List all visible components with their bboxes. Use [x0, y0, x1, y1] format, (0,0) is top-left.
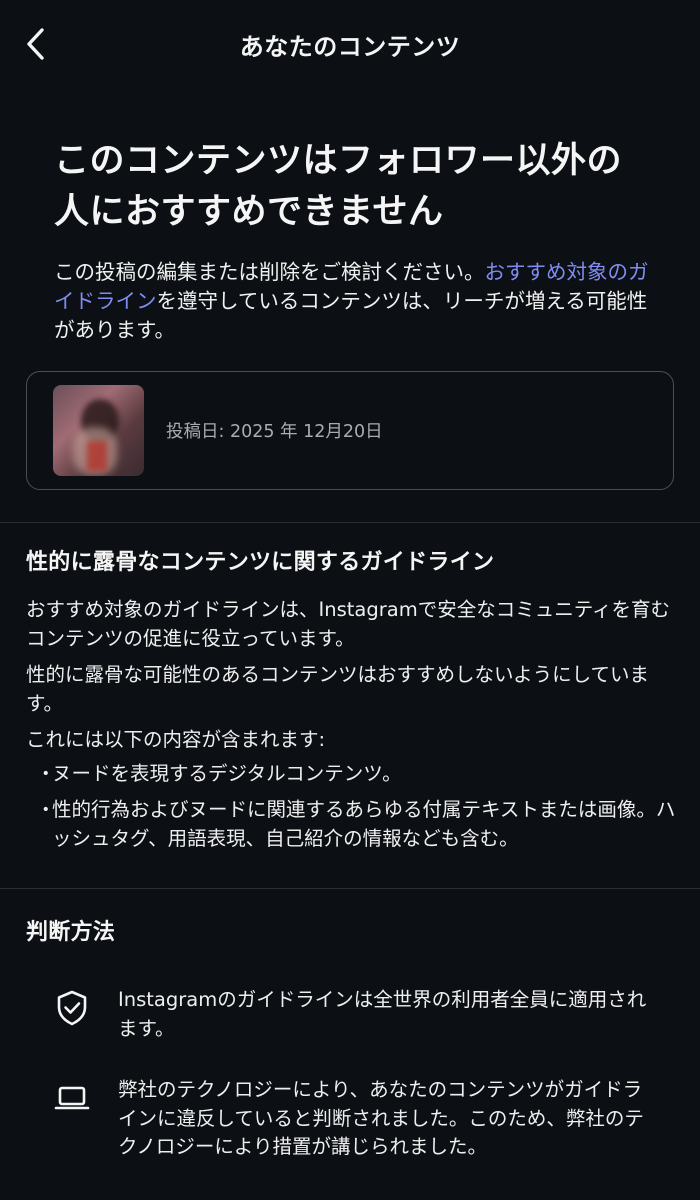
post-date: 投稿日: 2025 年 12月20日	[166, 422, 383, 442]
notice-title-line-2: 人におすすめできません	[54, 192, 444, 232]
post-card[interactable]: 投稿日: 2025 年 12月20日	[26, 371, 674, 490]
method-item-text: 弊社のテクノロジーにより、あなたのコンテンツがガイドラインに違反していると判断さ…	[118, 1078, 644, 1158]
notice-title-line-1: このコンテンツはフォロワー以外の	[54, 141, 623, 181]
top-bar: あなたのコンテンツ	[0, 0, 700, 88]
divider	[0, 522, 700, 523]
guidelines-paragraph: これには以下の内容が含まれます:	[26, 728, 326, 751]
post-thumbnail	[53, 385, 144, 476]
method-title: 判断方法	[26, 920, 116, 945]
notice-description-text: この投稿の編集または削除をご検討ください。	[54, 260, 485, 284]
list-item-text: 性的行為およびヌードに関連するあらゆる付属テキストまたは画像。ハッシュタグ、用語…	[52, 798, 676, 850]
notice-description: この投稿の編集または削除をご検討ください。おすすめ対象のガイドラインを遵守してい…	[54, 258, 654, 345]
content-status-page: あなたのコンテンツ このコンテンツはフォロワー以外の 人におすすめできません こ…	[0, 0, 700, 1200]
chevron-left-icon	[27, 28, 44, 60]
guidelines-paragraph: 性的に露骨な可能性のあるコンテンツはおすすめしないようにしています。	[26, 663, 650, 715]
notice-hero: このコンテンツはフォロワー以外の 人におすすめできません この投稿の編集または削…	[54, 136, 654, 345]
list-item-text: ヌードを表現するデジタルコンテンツ。	[52, 761, 402, 785]
guidelines-paragraph: おすすめ対象のガイドラインは、Instagramで安全なコミュニティを育むコンテ…	[26, 598, 671, 650]
list-item: ・ 性的行為およびヌードに関連するあらゆる付属テキストまたは画像。ハッシュタグ、…	[26, 796, 676, 853]
bullet-mark: ・	[36, 761, 56, 785]
method-section: 判断方法	[26, 914, 676, 946]
notice-title: このコンテンツはフォロワー以外の 人におすすめできません	[54, 136, 654, 238]
bullet-mark: ・	[36, 798, 56, 821]
shield-check-icon	[57, 990, 87, 1026]
method-item: 弊社のテクノロジーにより、あなたのコンテンツがガイドラインに違反していると判断さ…	[52, 1076, 652, 1162]
method-item: Instagramのガイドラインは全世界の利用者全員に適用されます。	[52, 986, 652, 1043]
list-item: ・ ヌードを表現するデジタルコンテンツ。	[26, 760, 676, 789]
back-button[interactable]	[14, 22, 58, 66]
laptop-icon	[54, 1086, 90, 1110]
guidelines-title: 性的に露骨なコンテンツに関するガイドライン	[26, 550, 495, 575]
page-title: あなたのコンテンツ	[239, 32, 461, 61]
divider	[0, 888, 700, 889]
method-item-text: Instagramのガイドラインは全世界の利用者全員に適用されます。	[118, 988, 647, 1040]
guidelines-section: 性的に露骨なコンテンツに関するガイドライン おすすめ対象のガイドラインは、Ins…	[26, 544, 676, 853]
